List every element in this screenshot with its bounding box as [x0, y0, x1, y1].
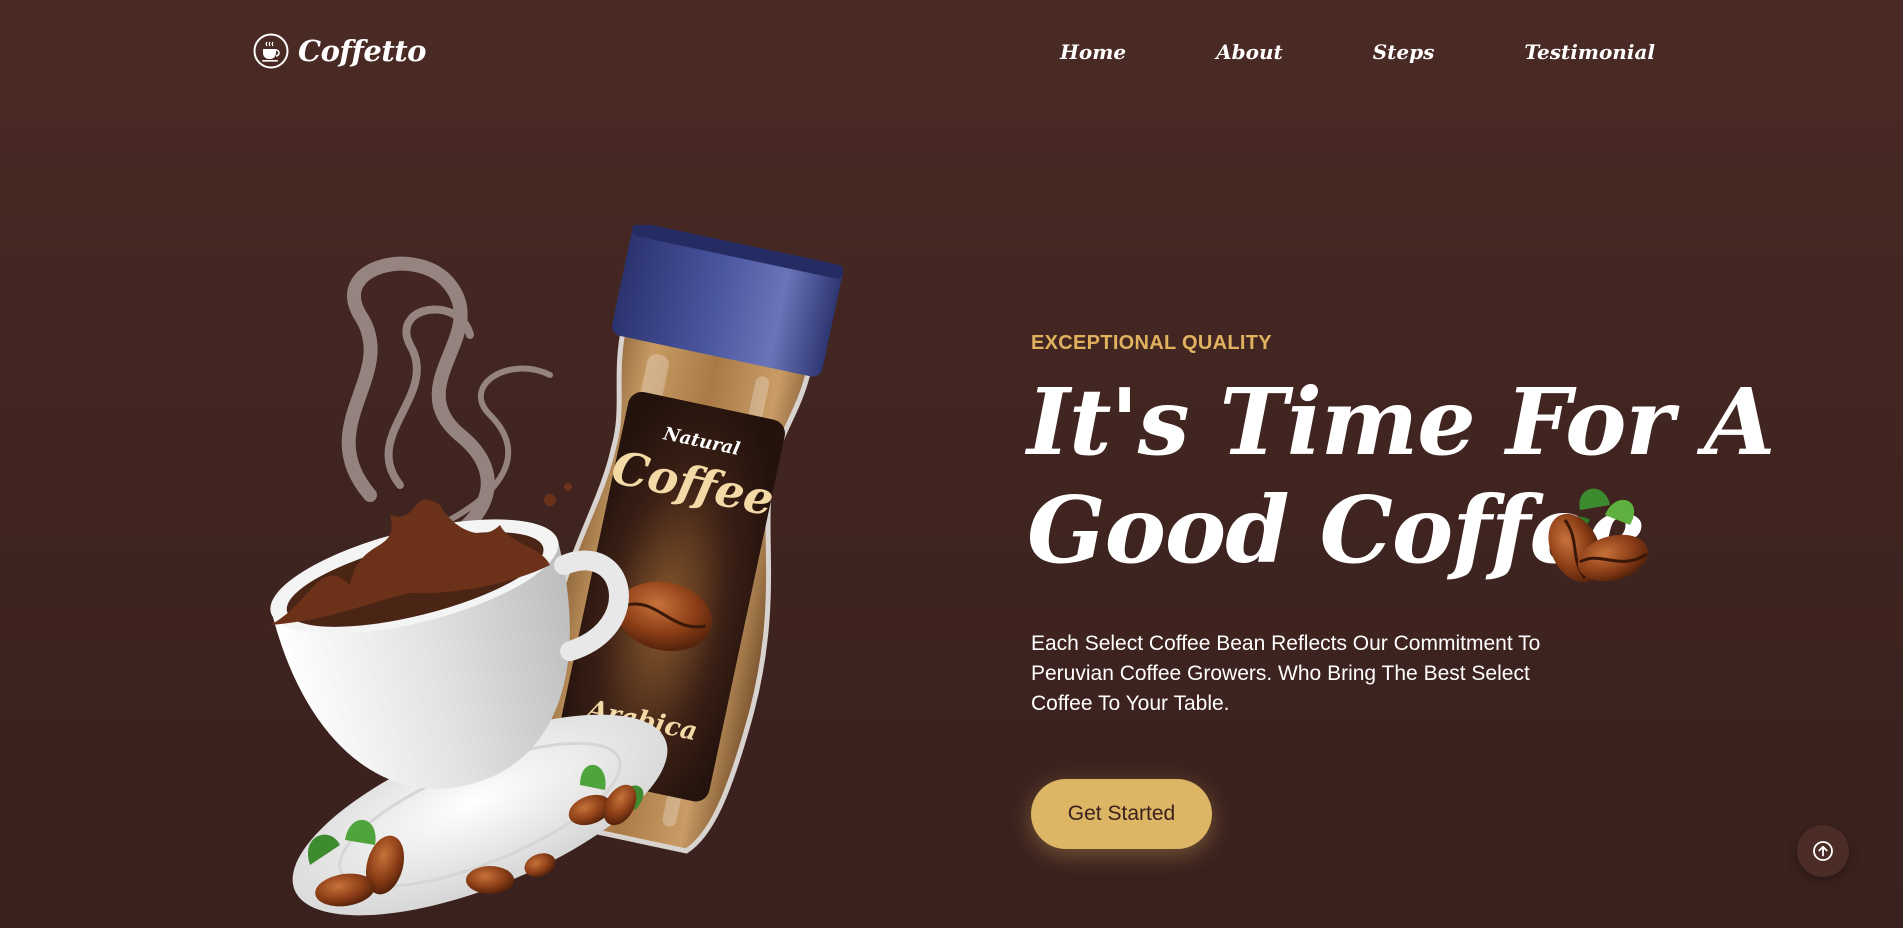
get-started-button[interactable]: Get Started [1031, 779, 1212, 849]
main-nav: Home About Steps Testimonial [1060, 40, 1655, 64]
top-navbar: Coffetto Home About Steps Testimonial [0, 0, 1903, 110]
nav-link-steps[interactable]: Steps [1373, 40, 1435, 64]
coffee-beans-icon [1548, 488, 1649, 583]
brand-name: Coffetto [298, 34, 426, 68]
brand-logo[interactable]: Coffetto [253, 33, 426, 69]
hero-coffee-illustration: Natural Coffee Arabica [270, 225, 844, 916]
hero-headline-line-1: It's Time For A [1027, 368, 1775, 476]
nav-link-about[interactable]: About [1216, 40, 1283, 64]
coffee-cup-icon [253, 33, 289, 69]
hero-eyebrow: EXCEPTIONAL QUALITY [1031, 332, 1272, 354]
arrow-up-circle-icon [1813, 841, 1833, 861]
nav-link-home[interactable]: Home [1060, 40, 1126, 64]
nav-link-testimonial[interactable]: Testimonial [1524, 40, 1655, 64]
hero-description: Each Select Coffee Bean Reflects Our Com… [1031, 632, 1541, 715]
scroll-to-top-button[interactable] [1797, 825, 1849, 877]
